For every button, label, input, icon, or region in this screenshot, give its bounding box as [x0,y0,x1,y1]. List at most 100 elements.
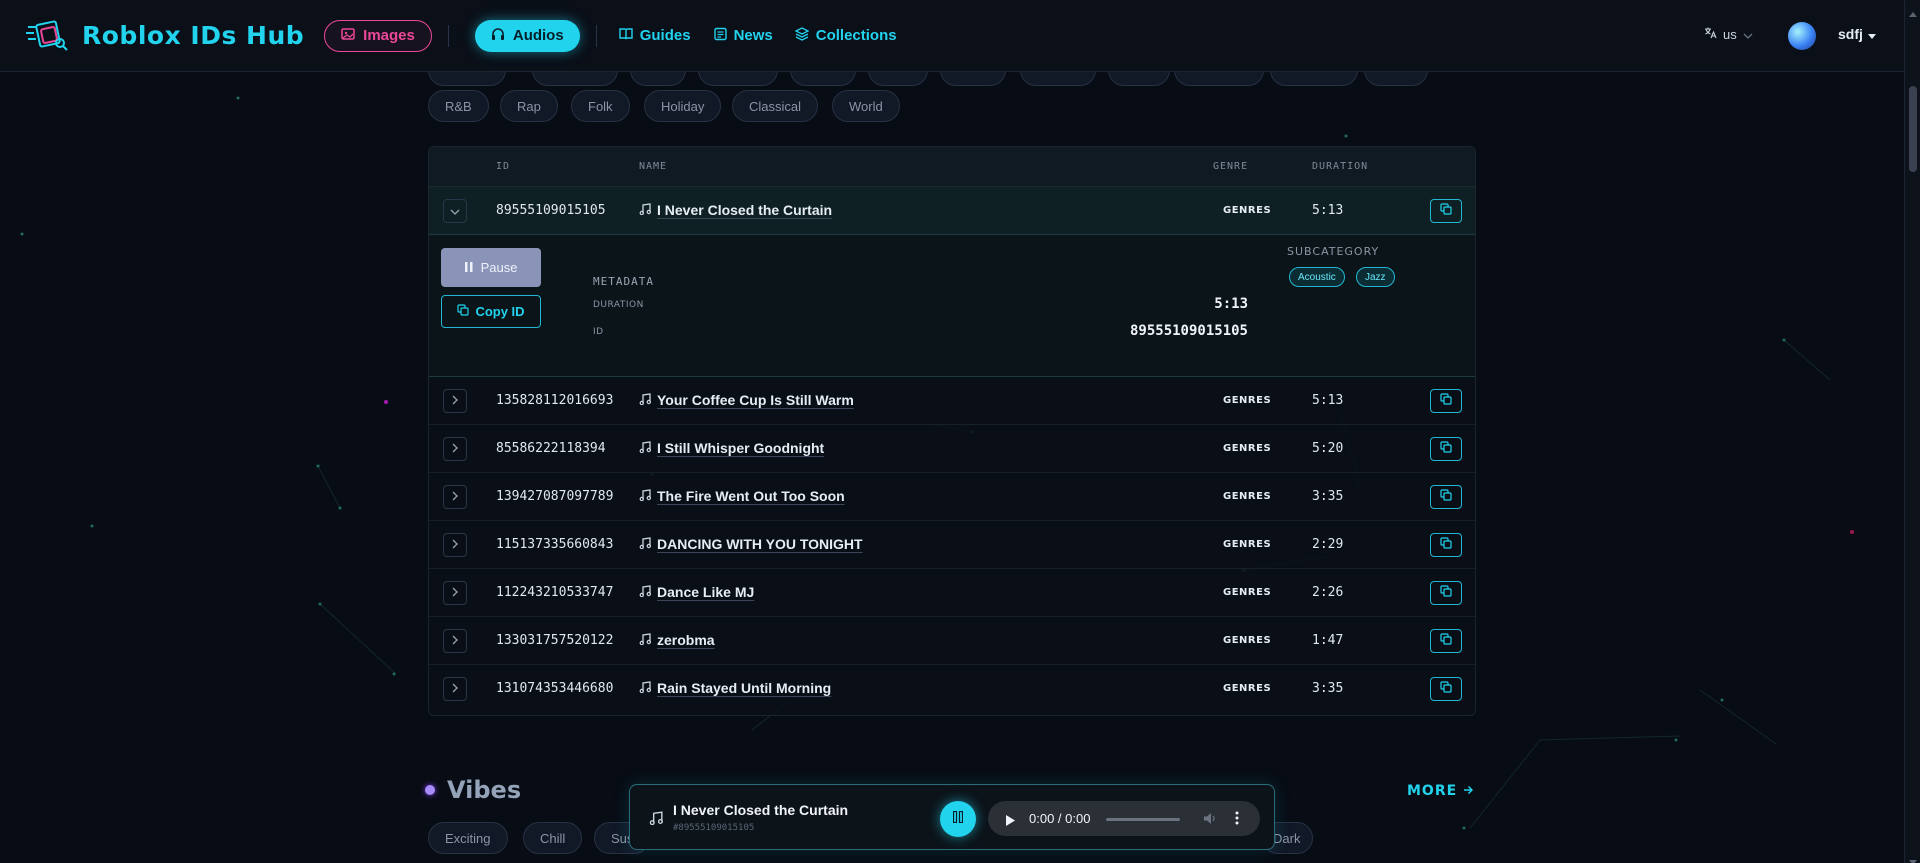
more-options-icon[interactable] [1235,811,1239,830]
nav-audios-button[interactable]: Audios [474,19,580,52]
audio-name-link[interactable]: I Still Whisper Goodnight [639,440,824,456]
copy-id-button[interactable] [1430,581,1462,605]
scrollbar-thumb[interactable] [1909,86,1917,172]
vibe-chip-exciting[interactable]: Exciting [428,822,508,854]
headphones-icon [491,27,505,45]
logo-icon [26,19,70,53]
play-icon[interactable] [1006,813,1015,831]
copy-id-button[interactable] [1430,485,1462,509]
username: sdfj [1838,26,1863,42]
pause-button[interactable]: Pause [441,248,541,287]
subcategory-tag-acoustic[interactable]: Acoustic [1289,267,1345,287]
audio-name: The Fire Went Out Too Soon [657,488,845,504]
pause-icon [952,810,964,828]
chevron-right-icon [452,490,458,504]
language-selector[interactable]: us [1704,26,1753,42]
collapse-row-button[interactable] [443,199,467,223]
genre-chip-holiday[interactable]: Holiday [644,90,722,122]
music-note-icon [639,440,651,456]
table-row[interactable]: 131074353446680 Rain Stayed Until Mornin… [429,665,1475,713]
audio-id: 85586222118394 [496,441,606,456]
expand-row-button[interactable] [443,389,467,413]
copy-id-label: Copy ID [475,304,525,319]
chevron-down-icon [450,204,460,218]
genre-chip-classical[interactable]: Classical [732,90,819,122]
copy-icon [1440,536,1452,554]
nav-news-link[interactable]: News [713,27,773,45]
vibe-chip-chill[interactable]: Chill [523,822,583,854]
copy-id-button[interactable] [1430,437,1462,461]
nav-collections-link[interactable]: Collections [794,26,897,45]
expand-row-button[interactable] [443,677,467,701]
player-track-title: I Never Closed the Curtain [673,802,849,818]
copy-icon [457,304,470,319]
brand-logo[interactable]: Roblox IDs Hub [26,19,304,53]
genre-chip-world[interactable]: World [832,90,900,122]
more-label: MORE [1407,783,1458,799]
expand-row-button[interactable] [443,437,467,461]
scroll-up-icon[interactable] [1909,4,1917,22]
layers-icon [794,26,810,45]
audio-name: Rain Stayed Until Morning [657,680,832,696]
audio-seek-bar[interactable] [1106,818,1180,821]
table-row[interactable]: 89555109015105 I Never Closed the Curtai… [429,187,1475,235]
copy-id-button[interactable] [1430,199,1462,223]
page-scrollbar[interactable] [1904,0,1920,863]
user-menu[interactable]: sdfj [1838,26,1876,42]
expand-row-button[interactable] [443,581,467,605]
player-pause-button[interactable] [940,801,976,837]
audio-name-link[interactable]: Your Coffee Cup Is Still Warm [639,392,854,408]
user-avatar[interactable] [1788,22,1816,50]
audio-id: 135828112016693 [496,393,614,408]
copy-id-button[interactable] [1430,533,1462,557]
nav-divider [447,24,449,47]
audio-id: 89555109015105 [496,203,606,218]
chevron-right-icon [452,394,458,408]
chevron-right-icon [452,442,458,456]
audio-name-link[interactable]: Dance Like MJ [639,584,754,600]
table-row[interactable]: 112243210533747 Dance Like MJ GENRES 2:2… [429,569,1475,617]
genre-chip-rnb[interactable]: R&B [428,90,489,122]
audio-mini-player: I Never Closed the Curtain #895551090151… [629,784,1275,850]
audio-id: 139427087097789 [496,489,614,504]
audio-duration: 1:47 [1312,633,1344,648]
top-nav-bar: Roblox IDs Hub Images Audios Guides News… [0,0,1904,72]
audio-name-link[interactable]: Rain Stayed Until Morning [639,680,831,696]
nav-guides-label: Guides [639,27,691,44]
copy-id-button[interactable] [1430,389,1462,413]
music-note-icon [639,584,651,600]
audio-name-link[interactable]: DANCING WITH YOU TONIGHT [639,536,863,552]
audio-genre: GENRES [1223,443,1272,454]
language-label: us [1723,26,1737,42]
table-row[interactable]: 115137335660843 DANCING WITH YOU TONIGHT… [429,521,1475,569]
table-row[interactable]: 85586222118394 I Still Whisper Goodnight… [429,425,1475,473]
copy-id-detail-button[interactable]: Copy ID [441,295,541,328]
nav-news-label: News [733,27,773,44]
audio-name: DANCING WITH YOU TONIGHT [657,536,863,552]
nav-guides-link[interactable]: Guides [619,27,691,45]
expand-row-button[interactable] [443,629,467,653]
copy-id-button[interactable] [1430,629,1462,653]
nav-images-button[interactable]: Images [324,19,432,52]
table-row[interactable]: 135828112016693 Your Coffee Cup Is Still… [429,377,1475,425]
volume-icon[interactable] [1203,812,1217,830]
audio-genre: GENRES [1223,539,1272,550]
audio-name-link[interactable]: zerobma [639,632,715,648]
nav-images-label: Images [363,27,415,44]
audio-name: I Never Closed the Curtain [657,202,833,218]
chevron-right-icon [452,682,458,696]
copy-id-button[interactable] [1430,677,1462,701]
vibes-section-title: Vibes [447,776,522,804]
nav-audios-label: Audios [512,27,564,44]
scroll-down-icon[interactable] [1909,852,1917,863]
audio-name-link[interactable]: The Fire Went Out Too Soon [639,488,845,504]
audio-name-link[interactable]: I Never Closed the Curtain [639,202,832,218]
genre-chip-folk[interactable]: Folk [571,90,630,122]
table-row[interactable]: 139427087097789 The Fire Went Out Too So… [429,473,1475,521]
table-row[interactable]: 133031757520122 zerobma GENRES 1:47 [429,617,1475,665]
subcategory-tag-jazz[interactable]: Jazz [1356,267,1395,287]
expand-row-button[interactable] [443,485,467,509]
genre-chip-rap[interactable]: Rap [500,90,558,122]
expand-row-button[interactable] [443,533,467,557]
vibes-more-link[interactable]: MORE [1407,783,1474,799]
